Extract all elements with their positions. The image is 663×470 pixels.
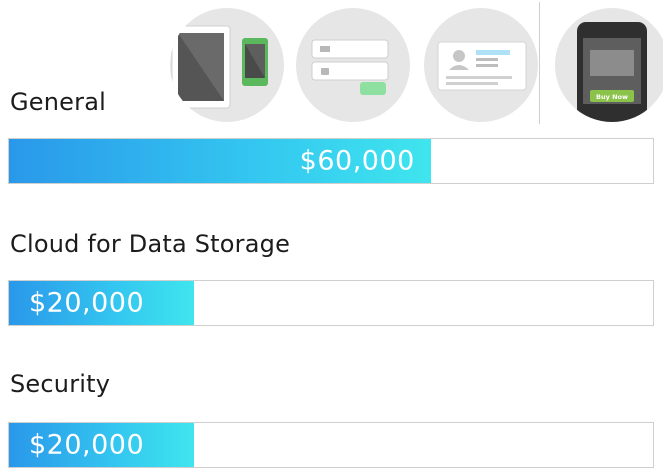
bar-value-label: $60,000 — [299, 145, 415, 177]
login-form-icon — [296, 8, 410, 122]
category-label-cloud-storage: Cloud for Data Storage — [10, 230, 291, 258]
divider — [539, 2, 540, 124]
category-label-general: General — [10, 88, 106, 116]
buy-now-button-label: Buy Now — [596, 93, 628, 101]
bar-fill: $20,000 — [9, 281, 195, 325]
bar-fill: $60,000 — [9, 139, 431, 183]
profile-card-icon — [424, 8, 538, 122]
mobile-checkout-icon: Buy Now — [555, 8, 663, 122]
bar-value-label: $20,000 — [29, 429, 145, 461]
budget-bar-security: $20,000 — [8, 422, 654, 468]
budget-bar-cloud-storage: $20,000 — [8, 280, 654, 326]
bar-fill: $20,000 — [9, 423, 195, 467]
devices-icon — [170, 8, 284, 122]
budget-bar-general: $60,000 — [8, 138, 654, 184]
category-label-security: Security — [10, 370, 111, 398]
bar-value-label: $20,000 — [29, 287, 145, 319]
